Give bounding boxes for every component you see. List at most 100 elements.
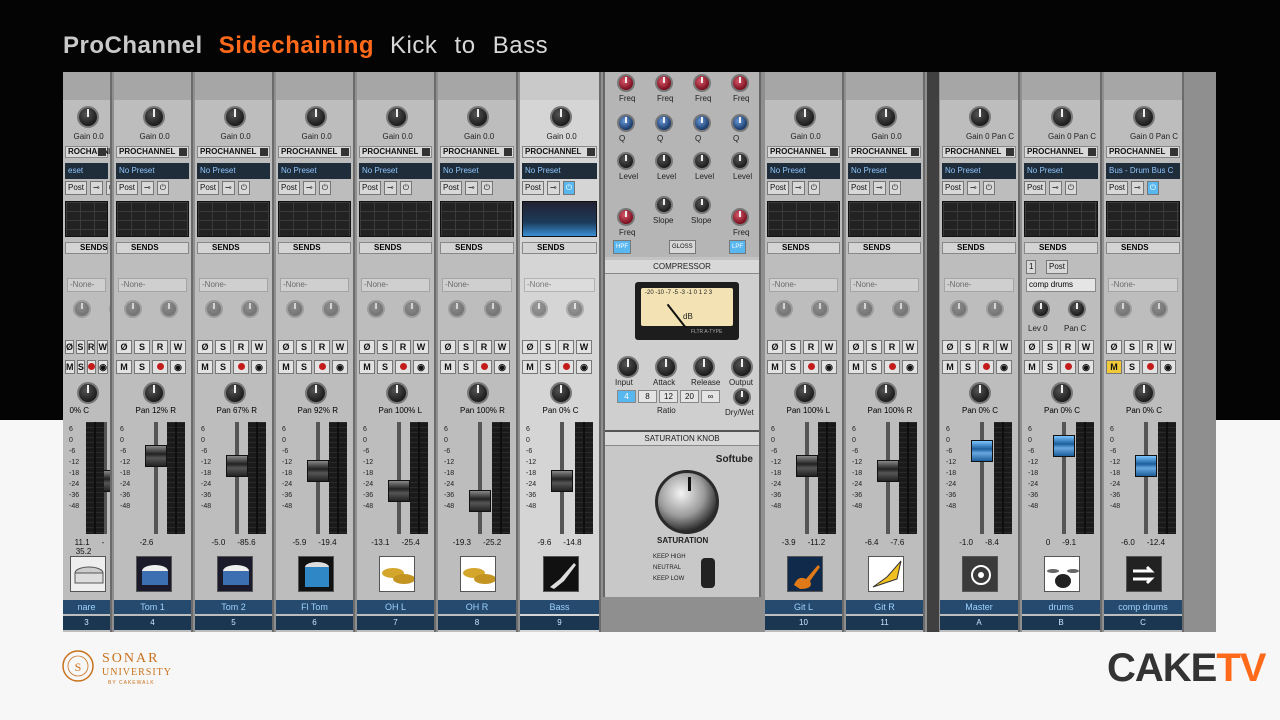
input-echo-icon[interactable]: ◉: [1160, 360, 1176, 374]
send-destination-select[interactable]: comp drums: [1026, 278, 1096, 292]
solo-button[interactable]: S: [785, 340, 801, 354]
preset-selector[interactable]: No Preset: [942, 163, 1016, 179]
preset-selector[interactable]: No Preset: [848, 163, 921, 179]
hpf-button[interactable]: HPF: [613, 240, 631, 254]
read-button[interactable]: R: [978, 340, 994, 354]
solo-button[interactable]: S: [866, 340, 882, 354]
send-pan-knob[interactable]: [566, 300, 584, 318]
phase-button[interactable]: Ø: [116, 340, 132, 354]
track-name[interactable]: OH R: [438, 600, 516, 614]
pan-knob[interactable]: [223, 382, 246, 404]
filter-slope-knob[interactable]: [693, 196, 711, 214]
send-destination-select[interactable]: -None-: [361, 278, 430, 292]
post-button[interactable]: Post: [942, 181, 965, 195]
send-level-knob[interactable]: [1032, 300, 1050, 318]
send-pan-knob[interactable]: [403, 300, 421, 318]
post-button[interactable]: Post: [65, 181, 88, 195]
send-pan-knob[interactable]: [1068, 300, 1086, 318]
phase-button[interactable]: Ø: [767, 340, 783, 354]
gain-knob[interactable]: [549, 106, 572, 128]
read-button[interactable]: R: [233, 340, 249, 354]
saturation-mode-switch[interactable]: [701, 558, 715, 588]
sends-header[interactable]: SENDS: [359, 242, 432, 254]
gain-knob[interactable]: [874, 106, 897, 128]
write-button[interactable]: W: [97, 340, 108, 354]
expand-arrow-icon[interactable]: [911, 148, 919, 156]
send-pan-knob[interactable]: [811, 300, 829, 318]
expand-arrow-icon[interactable]: [98, 148, 106, 156]
post-button[interactable]: Post: [522, 181, 545, 195]
eq-q-knob[interactable]: [617, 114, 635, 132]
pan-knob[interactable]: [793, 382, 816, 404]
sends-header[interactable]: SENDS: [440, 242, 514, 254]
send-slot[interactable]: -None-: [767, 256, 840, 338]
preset-selector[interactable]: No Preset: [522, 163, 597, 179]
send-slot[interactable]: 1 Post comp drums Lev 0 Pan C: [1024, 256, 1098, 338]
send-level-knob[interactable]: [367, 300, 385, 318]
gain-knob[interactable]: [969, 106, 991, 128]
track-name[interactable]: Tom 1: [114, 600, 191, 614]
power-icon[interactable]: ⏻: [982, 181, 996, 195]
write-button[interactable]: W: [413, 340, 429, 354]
tom-drum-icon[interactable]: [135, 556, 172, 592]
power-icon[interactable]: ⏻: [318, 181, 332, 195]
record-arm-button[interactable]: [1060, 360, 1076, 374]
routing-icon[interactable]: ⊸: [141, 181, 154, 195]
gain-knob[interactable]: [142, 106, 165, 128]
arrow-right-icon[interactable]: [1126, 556, 1162, 592]
solo-button[interactable]: S: [296, 360, 312, 374]
record-arm-button[interactable]: [978, 360, 994, 374]
preset-selector[interactable]: eset: [65, 163, 108, 179]
write-button[interactable]: W: [251, 340, 267, 354]
gain-knob[interactable]: [1051, 106, 1073, 128]
eq-freq-knob[interactable]: [693, 74, 711, 92]
eq-level-knob[interactable]: [731, 152, 749, 170]
solo-button[interactable]: S: [960, 360, 976, 374]
send-level-knob[interactable]: [286, 300, 304, 318]
prochannel-header[interactable]: PROCHANNEL: [116, 146, 189, 158]
power-icon[interactable]: ⏻: [399, 181, 413, 195]
phase-button[interactable]: Ø: [197, 340, 213, 354]
record-arm-button[interactable]: [1142, 360, 1158, 374]
send-destination-select[interactable]: -None-: [280, 278, 349, 292]
track-name[interactable]: Tom 2: [195, 600, 272, 614]
eq-freq-knob[interactable]: [655, 74, 673, 92]
sends-header[interactable]: SENDS: [116, 242, 189, 254]
solo-button[interactable]: S: [540, 340, 556, 354]
send-destination-select[interactable]: -None-: [944, 278, 1014, 292]
record-arm-button[interactable]: [395, 360, 411, 374]
prochannel-header[interactable]: PROCHANNEL: [848, 146, 921, 158]
send-slot[interactable]: -None-: [440, 256, 514, 338]
send-slot[interactable]: -None-: [359, 256, 432, 338]
prochannel-header[interactable]: PROCHANNEL: [278, 146, 351, 158]
sends-header[interactable]: SENDS: [278, 242, 351, 254]
prochannel-header[interactable]: PROCHANNEL: [1106, 146, 1180, 158]
solo-button[interactable]: S: [377, 360, 393, 374]
expand-arrow-icon[interactable]: [830, 148, 838, 156]
fader-cap[interactable]: [551, 470, 573, 492]
prochannel-header[interactable]: PROCHANNEL: [1024, 146, 1098, 158]
phase-button[interactable]: Ø: [522, 340, 538, 354]
tom-drum-icon[interactable]: [216, 556, 253, 592]
dry-wet-knob[interactable]: [733, 388, 751, 406]
send-slot[interactable]: -None-: [116, 256, 189, 338]
volume-fader[interactable]: 6 0 -6 -12 -18 -24 -36 -48: [1022, 420, 1100, 540]
read-button[interactable]: R: [558, 340, 574, 354]
ratio-button[interactable]: ∞: [701, 390, 720, 403]
cymbals-icon[interactable]: [460, 556, 496, 592]
input-knob[interactable]: [617, 356, 639, 378]
send-slot[interactable]: -None-: [848, 256, 921, 338]
routing-icon[interactable]: ⊸: [792, 181, 805, 195]
read-button[interactable]: R: [884, 340, 900, 354]
send-slot[interactable]: -None-: [278, 256, 351, 338]
mute-button[interactable]: M: [278, 360, 294, 374]
gain-knob[interactable]: [304, 106, 327, 128]
input-echo-icon[interactable]: ◉: [902, 360, 918, 374]
track-name[interactable]: Bass: [520, 600, 599, 614]
volume-fader[interactable]: 6 0 -6 -12 -18 -24 -36 -48: [1104, 420, 1182, 540]
send-destination-select[interactable]: -None-: [1108, 278, 1178, 292]
send-pan-knob[interactable]: [241, 300, 259, 318]
expand-arrow-icon[interactable]: [341, 148, 349, 156]
send-destination-select[interactable]: -None-: [850, 278, 919, 292]
gain-knob[interactable]: [467, 106, 489, 128]
